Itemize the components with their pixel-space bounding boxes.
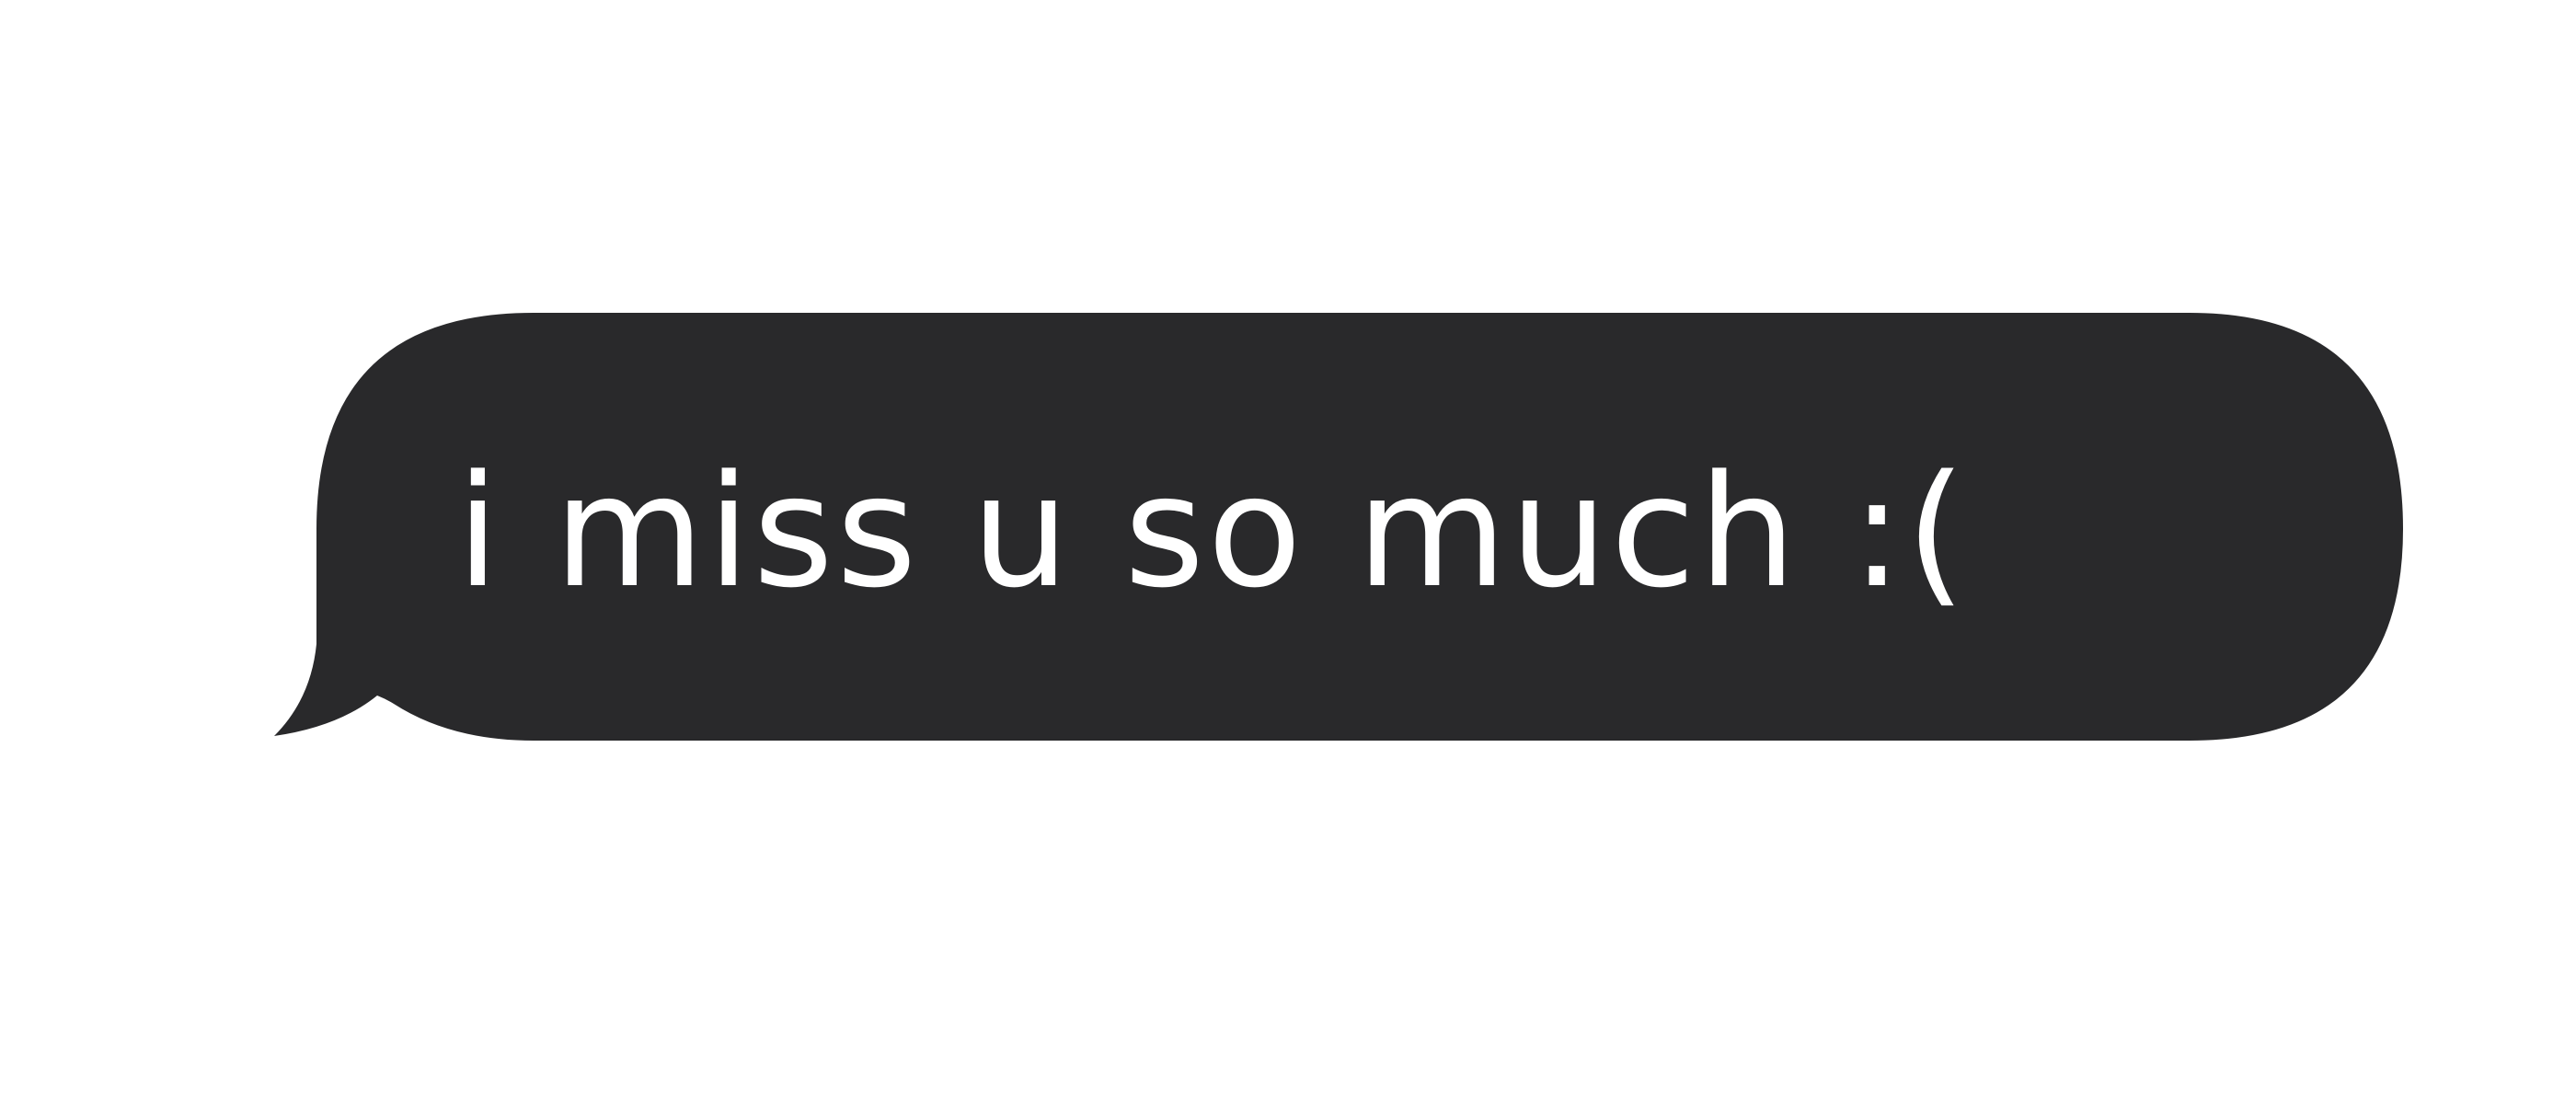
message-text: i miss u so much :( (456, 442, 1969, 622)
chat-canvas: i miss u so much :( (0, 0, 2576, 1104)
